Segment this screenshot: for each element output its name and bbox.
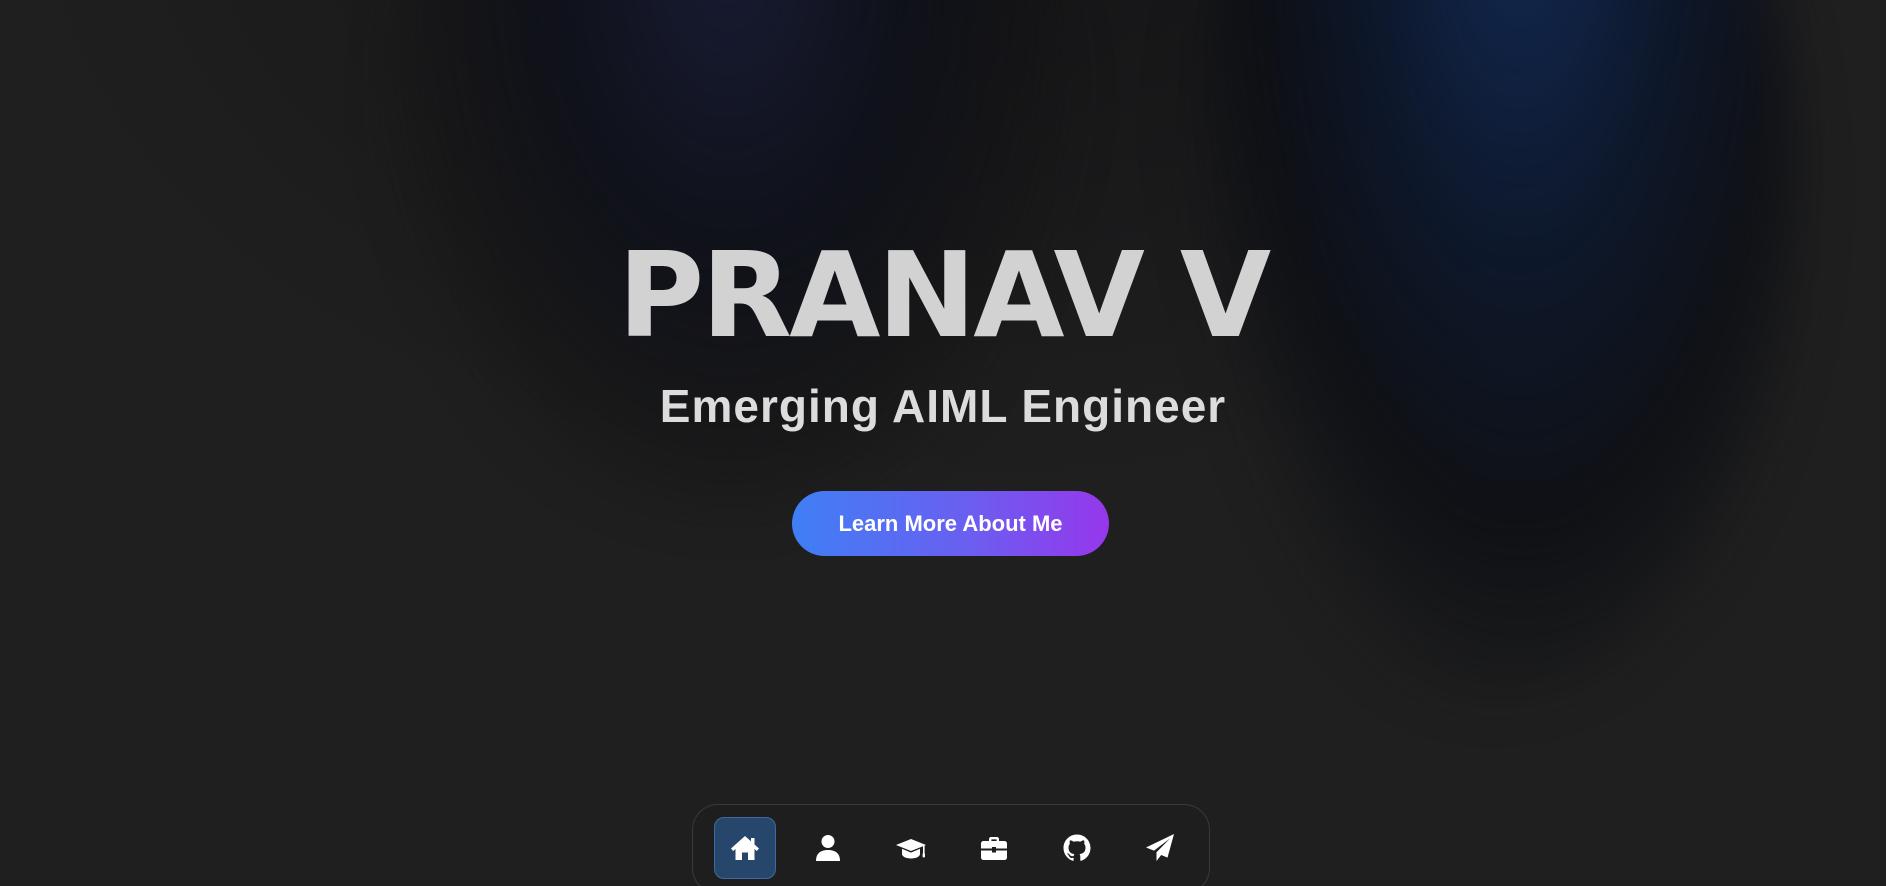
dock-item-experience[interactable] — [963, 817, 1025, 879]
bottom-dock-nav — [692, 804, 1210, 886]
dock-item-about[interactable] — [797, 817, 859, 879]
graduation-cap-icon — [896, 839, 926, 859]
hero-subtitle: Emerging AIML Engineer — [659, 380, 1227, 432]
hero-name: PRANAV V — [617, 226, 1271, 364]
dock-item-education[interactable] — [880, 817, 942, 879]
briefcase-icon — [981, 837, 1007, 860]
dock-item-contact[interactable] — [1129, 817, 1191, 879]
home-icon — [731, 836, 759, 860]
paper-plane-icon — [1146, 834, 1174, 861]
user-icon — [816, 835, 840, 861]
github-icon — [1063, 834, 1091, 861]
page: PRANAV V Emerging AIML Engineer Learn Mo… — [0, 0, 1886, 886]
learn-more-button[interactable]: Learn More About Me — [792, 491, 1109, 556]
dock-item-github[interactable] — [1046, 817, 1108, 879]
dock-item-home[interactable] — [714, 817, 776, 879]
